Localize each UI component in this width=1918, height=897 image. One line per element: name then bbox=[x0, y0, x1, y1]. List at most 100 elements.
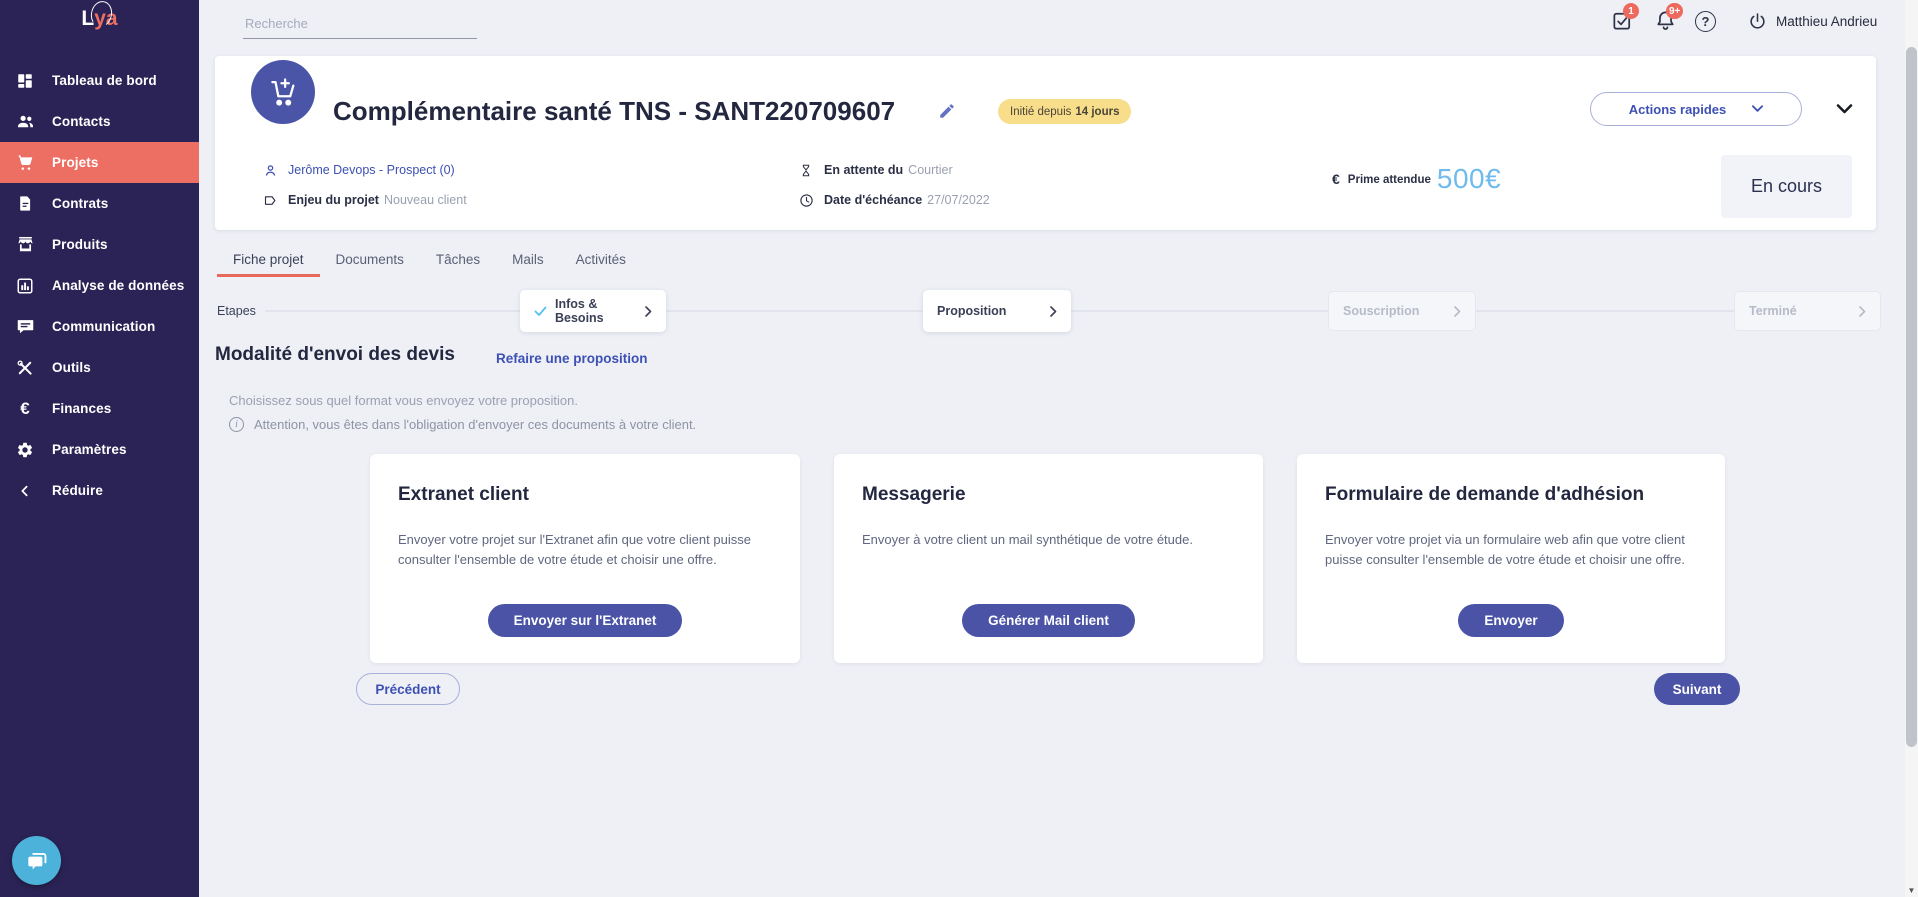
step-souscription: Souscription bbox=[1328, 291, 1476, 331]
person-icon bbox=[262, 162, 278, 178]
app-logo[interactable]: Lya bbox=[0, 7, 199, 31]
chevron-right-icon bbox=[645, 306, 652, 317]
card-title: Formulaire de demande d'adhésion bbox=[1325, 484, 1697, 506]
quick-actions-button[interactable]: Actions rapides bbox=[1590, 92, 1802, 126]
scrollbar-down-arrow[interactable]: ▼ bbox=[1905, 884, 1918, 897]
notifications-badge: 9+ bbox=[1666, 3, 1683, 19]
sidebar-item-outils[interactable]: Outils bbox=[0, 347, 199, 388]
card-body: Envoyer à votre client un mail synthétiq… bbox=[862, 530, 1235, 550]
tab-mails[interactable]: Mails bbox=[496, 245, 560, 277]
tasks-button[interactable]: 1 bbox=[1611, 9, 1637, 35]
logo-letters-ya: ya bbox=[94, 7, 117, 30]
sidebar-item-tableau-de-bord[interactable]: Tableau de bord bbox=[0, 60, 199, 101]
stake-value: Nouveau client bbox=[384, 193, 467, 207]
sidebar-item-label: Produits bbox=[52, 237, 108, 252]
due-label: Date d'échéance bbox=[824, 193, 922, 207]
sidebar-item-label: Outils bbox=[52, 360, 91, 375]
tools-icon bbox=[15, 358, 35, 378]
sidebar-item-finances[interactable]: € Finances bbox=[0, 388, 199, 429]
redo-proposition-link[interactable]: Refaire une proposition bbox=[496, 351, 648, 366]
contract-icon bbox=[15, 194, 35, 214]
section-subtitle: Choisissez sous quel format vous envoyez… bbox=[229, 393, 578, 408]
scrollbar-thumb[interactable] bbox=[1906, 47, 1917, 747]
store-icon bbox=[15, 235, 35, 255]
steps-line bbox=[265, 310, 1877, 312]
vertical-scrollbar[interactable]: ▼ bbox=[1905, 0, 1918, 897]
power-icon bbox=[1748, 12, 1767, 31]
tab-documents[interactable]: Documents bbox=[320, 245, 420, 277]
step-proposition[interactable]: Proposition bbox=[923, 290, 1071, 332]
step-label: Proposition bbox=[937, 304, 1006, 318]
sidebar-item-label: Projets bbox=[52, 155, 98, 170]
sidebar-item-reduire[interactable]: Réduire bbox=[0, 470, 199, 511]
project-title: Complémentaire santé TNS - SANT220709607 bbox=[333, 96, 895, 127]
search-input[interactable] bbox=[243, 8, 477, 39]
step-label: Souscription bbox=[1343, 304, 1419, 318]
card-title: Extranet client bbox=[398, 484, 772, 506]
section-title: Modalité d'envoi des devis bbox=[215, 344, 455, 366]
dashboard-icon bbox=[15, 71, 35, 91]
chevron-right-icon bbox=[1050, 306, 1057, 317]
tab-fiche-projet[interactable]: Fiche projet bbox=[217, 245, 320, 277]
sidebar-item-contacts[interactable]: Contacts bbox=[0, 101, 199, 142]
next-button[interactable]: Suivant bbox=[1654, 673, 1740, 705]
chat-bubbles-icon bbox=[24, 848, 50, 874]
sidebar-item-produits[interactable]: Produits bbox=[0, 224, 199, 265]
help-button[interactable]: ? bbox=[1695, 11, 1721, 37]
logo-letter-l: L bbox=[81, 7, 94, 30]
card-body: Envoyer votre projet sur l'Extranet afin… bbox=[398, 530, 772, 569]
collapse-header-icon[interactable] bbox=[1835, 100, 1853, 118]
euro-icon: € bbox=[15, 399, 35, 419]
step-termine: Terminé bbox=[1734, 291, 1881, 331]
tasks-badge: 1 bbox=[1623, 3, 1639, 19]
contact-link[interactable]: Jerôme Devops - Prospect (0) bbox=[288, 163, 455, 177]
user-menu[interactable]: Matthieu Andrieu bbox=[1748, 12, 1877, 31]
waiting-value: Courtier bbox=[908, 163, 952, 177]
bar-chart-icon bbox=[15, 276, 35, 296]
notifications-button[interactable]: 9+ bbox=[1654, 9, 1680, 35]
euro-icon: € bbox=[1332, 171, 1340, 187]
warning-text: Attention, vous êtes dans l'obligation d… bbox=[254, 417, 696, 432]
send-extranet-button[interactable]: Envoyer sur l'Extranet bbox=[488, 604, 683, 637]
gear-icon bbox=[15, 440, 35, 460]
card-extranet-client: Extranet client Envoyer votre projet sur… bbox=[370, 454, 800, 663]
initiated-badge: Initié depuis 14 jours bbox=[998, 99, 1131, 124]
previous-button[interactable]: Précédent bbox=[356, 673, 460, 705]
sidebar-item-label: Contrats bbox=[52, 196, 108, 211]
sidebar-item-parametres[interactable]: Paramètres bbox=[0, 429, 199, 470]
premium-label: Prime attendue bbox=[1348, 174, 1431, 186]
sidebar-item-communication[interactable]: Communication bbox=[0, 306, 199, 347]
card-messagerie: Messagerie Envoyer à votre client un mai… bbox=[834, 454, 1263, 663]
chat-widget-button[interactable] bbox=[12, 836, 61, 885]
info-icon: i bbox=[229, 417, 244, 432]
waiting-label: En attente du bbox=[824, 163, 903, 177]
steps-heading: Etapes bbox=[217, 304, 256, 318]
check-icon bbox=[534, 306, 547, 317]
cart-plus-icon bbox=[266, 75, 300, 109]
project-avatar bbox=[251, 60, 315, 124]
sidebar-item-analyse-de-donnees[interactable]: Analyse de données bbox=[0, 265, 199, 306]
step-label: Terminé bbox=[1749, 304, 1797, 318]
card-title: Messagerie bbox=[862, 484, 1235, 506]
sidebar-item-projets[interactable]: Projets bbox=[0, 142, 199, 183]
card-body: Envoyer votre projet via un formulaire w… bbox=[1325, 530, 1697, 569]
tag-icon bbox=[262, 192, 278, 208]
generate-mail-button[interactable]: Générer Mail client bbox=[962, 604, 1135, 637]
sidebar-item-contrats[interactable]: Contrats bbox=[0, 183, 199, 224]
sidebar-item-label: Finances bbox=[52, 401, 111, 416]
tab-taches[interactable]: Tâches bbox=[420, 245, 496, 277]
sidebar-item-label: Communication bbox=[52, 319, 155, 334]
contact-row[interactable]: Jerôme Devops - Prospect (0) bbox=[262, 162, 455, 178]
contacts-icon bbox=[15, 112, 35, 132]
chevron-right-icon bbox=[1859, 306, 1866, 317]
send-form-button[interactable]: Envoyer bbox=[1458, 604, 1563, 637]
step-infos-besoins[interactable]: Infos & Besoins bbox=[520, 290, 666, 332]
premium-value: 500€ bbox=[1437, 163, 1501, 195]
project-header-card: Complémentaire santé TNS - SANT220709607… bbox=[215, 56, 1876, 230]
waiting-row: En attente du Courtier bbox=[798, 162, 953, 178]
section-warning: i Attention, vous êtes dans l'obligation… bbox=[229, 417, 696, 432]
sidebar: Lya Tableau de bord Contacts Projets Co bbox=[0, 0, 199, 897]
initiated-value: 14 jours bbox=[1075, 106, 1119, 118]
edit-title-icon[interactable] bbox=[938, 102, 956, 120]
tab-activites[interactable]: Activités bbox=[560, 245, 642, 277]
